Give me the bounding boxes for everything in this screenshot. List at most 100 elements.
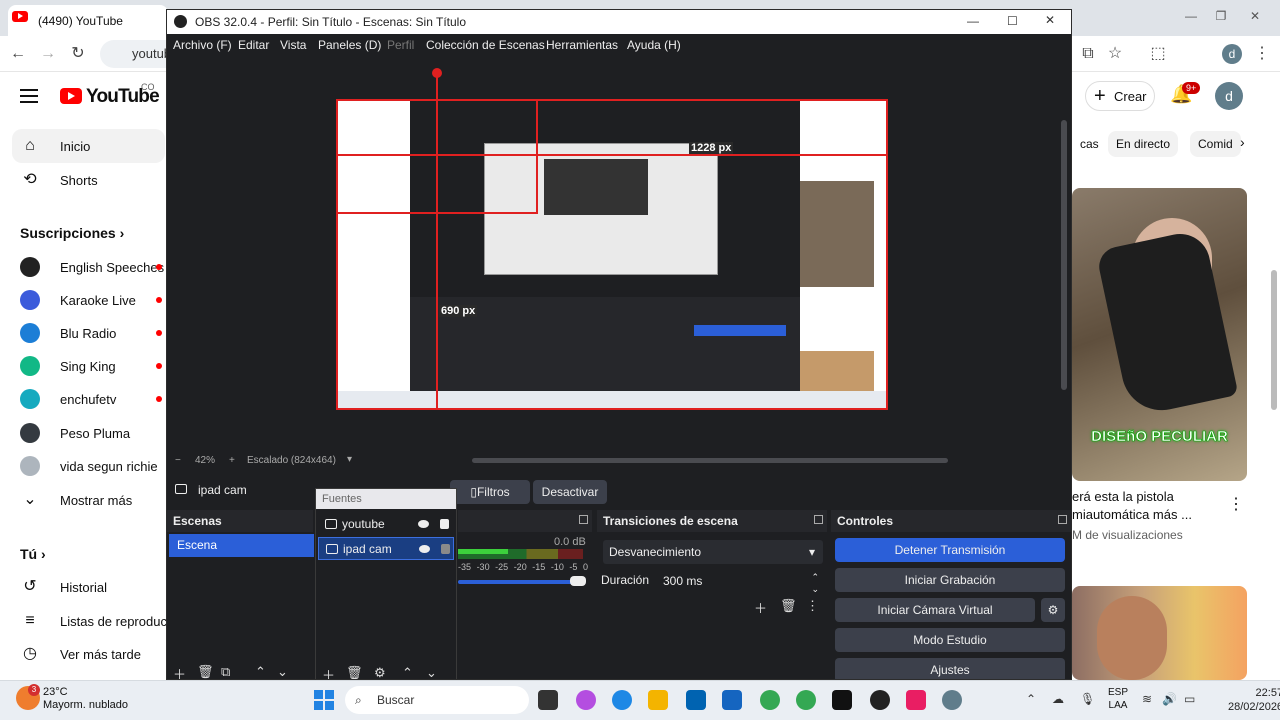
extensions-icon[interactable]: ⬚ bbox=[1148, 44, 1168, 64]
volume-icon[interactable]: 🔊 bbox=[1162, 692, 1177, 706]
maximize-icon[interactable]: ☐ bbox=[1007, 14, 1018, 28]
menu-kebab-icon[interactable]: ⋮ bbox=[1252, 44, 1272, 64]
trash-icon[interactable]: 🗑 bbox=[346, 665, 363, 679]
source-item-youtube[interactable]: youtube bbox=[318, 513, 454, 536]
restore-icon[interactable]: ❐ bbox=[1206, 6, 1236, 26]
task-view-icon[interactable] bbox=[538, 690, 558, 710]
trash-icon[interactable]: 🗑 bbox=[197, 664, 214, 679]
chevron-up-icon[interactable]: ⌃ bbox=[1026, 692, 1036, 706]
virtual-camera-button[interactable]: Iniciar Cámara Virtual bbox=[835, 598, 1035, 622]
video-title[interactable]: erá esta la pistola miautomática más ... bbox=[1072, 488, 1222, 524]
preview-vscroll[interactable] bbox=[1057, 56, 1071, 454]
lock-icon[interactable] bbox=[441, 544, 450, 554]
back-icon[interactable]: ← bbox=[8, 44, 28, 64]
deactivate-button[interactable]: Desactivar bbox=[533, 480, 607, 504]
taskbar-search[interactable]: ⌕ Buscar bbox=[345, 686, 529, 714]
input-language[interactable]: ESP LAA bbox=[1108, 686, 1128, 712]
profile-icon[interactable]: d bbox=[1222, 44, 1242, 64]
minimize-icon[interactable]: — bbox=[1176, 6, 1206, 26]
filters-button[interactable]: ▯Filtros bbox=[450, 480, 530, 504]
menu-herramientas[interactable]: Herramientas bbox=[546, 38, 618, 52]
sidebar-item-inicio[interactable]: ⌂ Inicio bbox=[12, 129, 165, 163]
you-heading[interactable]: Tú › bbox=[20, 546, 46, 562]
forward-icon[interactable]: → bbox=[38, 44, 58, 64]
menu-perfil[interactable]: Perfil bbox=[387, 38, 414, 52]
subscriptions-heading[interactable]: Suscripciones › bbox=[20, 225, 124, 241]
chevron-down-icon[interactable]: ⌄ bbox=[426, 665, 437, 679]
outlook-icon[interactable] bbox=[722, 690, 742, 710]
kebab-icon[interactable]: ⋮ bbox=[806, 598, 819, 614]
chrome-icon[interactable] bbox=[760, 690, 780, 710]
copy-icon[interactable]: ⧉ bbox=[221, 664, 230, 679]
subscription-item[interactable]: Sing King bbox=[0, 349, 165, 383]
file-explorer-icon[interactable] bbox=[648, 690, 668, 710]
filter-chip[interactable]: cas bbox=[1072, 131, 1107, 157]
obs-taskbar-icon[interactable] bbox=[870, 690, 890, 710]
chevron-right-icon[interactable]: › bbox=[1240, 134, 1245, 150]
page-scrollbar-thumb[interactable] bbox=[1271, 270, 1277, 410]
zoom-in-icon[interactable]: + bbox=[229, 455, 235, 466]
close-icon[interactable]: ✕ bbox=[1240, 6, 1270, 26]
sidebar-item-playlists[interactable]: ≡ Listas de reproducc... bbox=[0, 604, 184, 638]
gear-icon[interactable]: ⚙ bbox=[374, 665, 386, 679]
menu-coleccion[interactable]: Colección de Escenas bbox=[426, 38, 545, 52]
reload-icon[interactable]: ↻ bbox=[68, 44, 88, 64]
chevron-up-icon[interactable]: ⌃ bbox=[402, 665, 413, 679]
subscription-item[interactable]: vida segun richie bbox=[0, 449, 165, 483]
youtube-logo-icon[interactable] bbox=[60, 88, 82, 104]
minimize-icon[interactable]: — bbox=[967, 14, 979, 28]
capcut-icon[interactable] bbox=[832, 690, 852, 710]
create-button[interactable]: + Crear bbox=[1085, 81, 1155, 111]
zoom-out-icon[interactable]: − bbox=[175, 455, 181, 466]
duration-input[interactable]: 300 ms ⌃ ⌄ bbox=[657, 570, 823, 594]
subscription-item[interactable]: Karaoke Live bbox=[0, 283, 165, 317]
settings-button[interactable]: Ajustes bbox=[835, 658, 1065, 679]
microphone-icon[interactable]: 🎙 bbox=[1080, 692, 1095, 706]
undock-icon[interactable] bbox=[1058, 515, 1067, 524]
windows-start-icon[interactable] bbox=[314, 690, 334, 710]
video-thumbnail[interactable]: DISEñO PECULIAR bbox=[1072, 188, 1247, 481]
sidebar-item-shorts[interactable]: ⟲ Shorts bbox=[0, 163, 165, 197]
video-thumbnail[interactable] bbox=[1072, 586, 1247, 680]
stop-streaming-button[interactable]: Detener Transmisión bbox=[835, 538, 1065, 562]
bookmark-star-icon[interactable]: ☆ bbox=[1105, 44, 1125, 64]
subscription-item[interactable]: Peso Pluma bbox=[0, 416, 165, 450]
start-recording-button[interactable]: Iniciar Grabación bbox=[835, 568, 1065, 592]
menu-archivo[interactable]: Archivo (F) bbox=[173, 38, 232, 52]
browser-tab[interactable]: (4490) YouTube bbox=[8, 5, 168, 36]
store-icon[interactable] bbox=[686, 690, 706, 710]
scene-item[interactable]: Escena bbox=[169, 534, 314, 557]
preview-canvas[interactable] bbox=[336, 99, 888, 410]
video-menu-icon[interactable]: ⋮ bbox=[1228, 494, 1244, 514]
scroll-thumb[interactable] bbox=[1061, 120, 1067, 390]
lock-icon[interactable] bbox=[440, 519, 449, 529]
avatar[interactable]: d bbox=[1215, 82, 1243, 110]
cast-icon[interactable]: ⧉ bbox=[1078, 44, 1098, 64]
taskbar-clock[interactable]: 22:5728/02/2026 bbox=[1228, 686, 1280, 714]
eye-icon[interactable] bbox=[419, 545, 430, 553]
preview-hscroll[interactable] bbox=[472, 458, 948, 463]
undock-icon[interactable] bbox=[579, 515, 588, 524]
eye-icon[interactable] bbox=[418, 520, 429, 528]
add-icon[interactable]: ＋ bbox=[322, 665, 335, 679]
volume-slider[interactable] bbox=[458, 580, 583, 584]
trash-icon[interactable]: 🗑 bbox=[780, 598, 797, 614]
studio-mode-button[interactable]: Modo Estudio bbox=[835, 628, 1065, 652]
close-icon[interactable]: ✕ bbox=[1045, 13, 1055, 27]
menu-editar[interactable]: Editar bbox=[238, 38, 269, 52]
wifi-icon[interactable]: ≋ bbox=[1142, 692, 1152, 706]
filter-chip-live[interactable]: En directo bbox=[1108, 131, 1179, 157]
add-icon[interactable]: ＋ bbox=[754, 598, 767, 617]
undock-icon[interactable] bbox=[814, 515, 823, 524]
stepper-down-icon[interactable]: ⌄ bbox=[811, 578, 819, 600]
onedrive-icon[interactable]: ☁ bbox=[1052, 692, 1064, 706]
subscription-item[interactable]: English Speeches bbox=[0, 250, 165, 284]
subscription-item[interactable]: enchufetv bbox=[0, 382, 165, 416]
sidebar-item-watch-later[interactable]: ◷ Ver más tarde bbox=[0, 637, 165, 671]
music-icon[interactable] bbox=[906, 690, 926, 710]
menu-vista[interactable]: Vista bbox=[280, 38, 306, 52]
sidebar-item-history[interactable]: ↺ Historial bbox=[0, 570, 165, 604]
rotation-handle[interactable] bbox=[432, 68, 442, 78]
add-icon[interactable]: ＋ bbox=[173, 664, 186, 679]
show-more-button[interactable]: ⌄ Mostrar más bbox=[0, 483, 165, 517]
